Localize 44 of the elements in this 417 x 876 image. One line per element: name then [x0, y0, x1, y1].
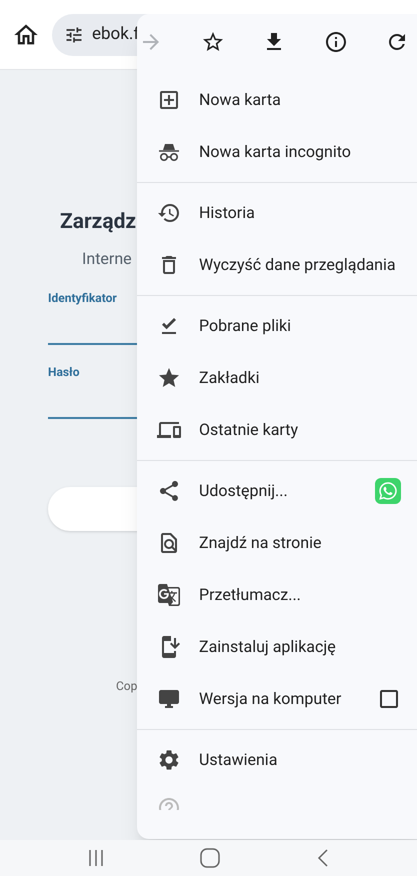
page-subtitle: Interne: [82, 248, 132, 270]
menu-item-label: Pobrane pliki: [199, 315, 292, 337]
translate-icon: [157, 583, 181, 607]
menu-item-label: Wyczyść dane przeglądania: [199, 254, 397, 276]
checkbox[interactable]: [377, 687, 401, 711]
site-settings-icon[interactable]: [64, 24, 84, 44]
menu-item[interactable]: Zakładki: [137, 352, 417, 404]
menu-item[interactable]: Ustawienia: [137, 734, 417, 786]
field-label: Hasło: [48, 364, 80, 381]
menu-item[interactable]: Pobrane pliki: [137, 300, 417, 352]
menu-item-label: Historia: [199, 202, 256, 224]
menu-item-label: Nowa karta: [199, 89, 282, 111]
menu-item[interactable]: Wyczyść dane przeglądania: [137, 239, 417, 291]
menu-item[interactable]: Udostępnij...: [137, 465, 417, 517]
menu-item-label: Przetłumacz...: [199, 584, 302, 606]
menu-item[interactable]: Przetłumacz...: [137, 569, 417, 621]
menu-item-label: Znajdź na stronie: [199, 532, 322, 554]
menu-item-label: Udostępnij...: [199, 480, 289, 502]
menu-item[interactable]: Wersja na komputer: [137, 673, 417, 725]
menu-item-label: Wersja na komputer: [199, 688, 342, 710]
settings-icon: [157, 748, 181, 772]
info-icon[interactable]: [324, 30, 348, 54]
field-label: Identyfikator: [48, 290, 117, 307]
recent-apps-icon[interactable]: [88, 849, 104, 867]
menu-item-label: Ustawienia: [199, 749, 278, 771]
plus-box-icon: [157, 88, 181, 112]
share-icon: [157, 479, 181, 503]
menu-item-label: Nowa karta incognito: [199, 141, 352, 163]
history-icon: [157, 201, 181, 225]
menu-item-label: Zainstaluj aplikację: [199, 636, 337, 658]
url-text: ebok.f: [92, 22, 140, 46]
menu-item[interactable]: Ostatnie karty: [137, 404, 417, 456]
copyright-text: Cop: [116, 678, 138, 695]
menu-item[interactable]: Znajdź na stronie: [137, 517, 417, 569]
menu-item[interactable]: Historia: [137, 187, 417, 239]
menu-item-label: Zakładki: [199, 367, 260, 389]
back-nav-icon[interactable]: [316, 848, 329, 868]
menu-item[interactable]: Nowa karta incognito: [137, 126, 417, 178]
page-title: Zarządz: [60, 212, 136, 233]
menu-item[interactable]: Zainstaluj aplikację: [137, 621, 417, 673]
menu-item[interactable]: Nowa karta: [137, 74, 417, 126]
home-nav-icon[interactable]: [200, 848, 220, 868]
menu-item-label: Ostatnie karty: [199, 419, 300, 441]
desktop-icon: [157, 687, 181, 711]
